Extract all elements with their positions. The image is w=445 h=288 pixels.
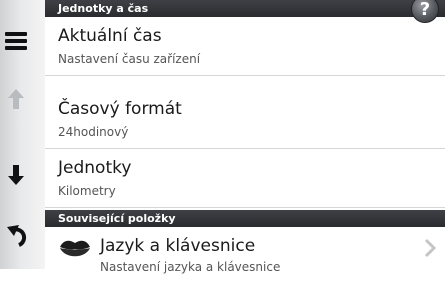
- item-subtitle: Kilometry: [58, 184, 116, 198]
- list-item-units[interactable]: Jednotky Kilometry: [45, 149, 445, 208]
- item-subtitle: Nastavení jazyka a klávesnice: [100, 260, 281, 274]
- back-arrow-icon[interactable]: [0, 214, 45, 258]
- list-item-current-time[interactable]: Aktuální čas Nastavení času zařízení: [45, 17, 445, 76]
- item-title: Jednotky: [58, 158, 132, 178]
- list-item-time-format[interactable]: Časový formát 24hodinový: [45, 90, 445, 149]
- item-title: Aktuální čas: [58, 26, 162, 46]
- arrow-up-glyph: [8, 89, 24, 109]
- chevron-right-icon: [424, 238, 437, 258]
- settings-list: Jednotky a čas ? Aktuální čas Nastavení …: [45, 0, 445, 274]
- arrow-down-icon[interactable]: [0, 150, 45, 194]
- section-header-related-items: Související položky: [45, 210, 445, 227]
- arrow-down-glyph: [8, 165, 24, 185]
- item-subtitle: 24hodinový: [58, 125, 129, 139]
- list-item-language-keyboard[interactable]: Jazyk a klávesnice Nastavení jazyka a kl…: [45, 229, 445, 288]
- back-arrow-glyph: [7, 225, 27, 247]
- section-header-units-time: Jednotky a čas ?: [45, 0, 445, 23]
- hamburger-menu-icon[interactable]: [0, 24, 45, 68]
- item-title: Časový formát: [58, 99, 182, 119]
- lips-icon: [60, 240, 90, 257]
- section-title: Související položky: [58, 212, 176, 225]
- section-title: Jednotky a čas: [58, 2, 149, 15]
- item-title: Jazyk a klávesnice: [100, 236, 256, 256]
- sidebar: [0, 0, 46, 269]
- item-subtitle: Nastavení času zařízení: [58, 52, 201, 66]
- arrow-up-icon[interactable]: [0, 80, 45, 124]
